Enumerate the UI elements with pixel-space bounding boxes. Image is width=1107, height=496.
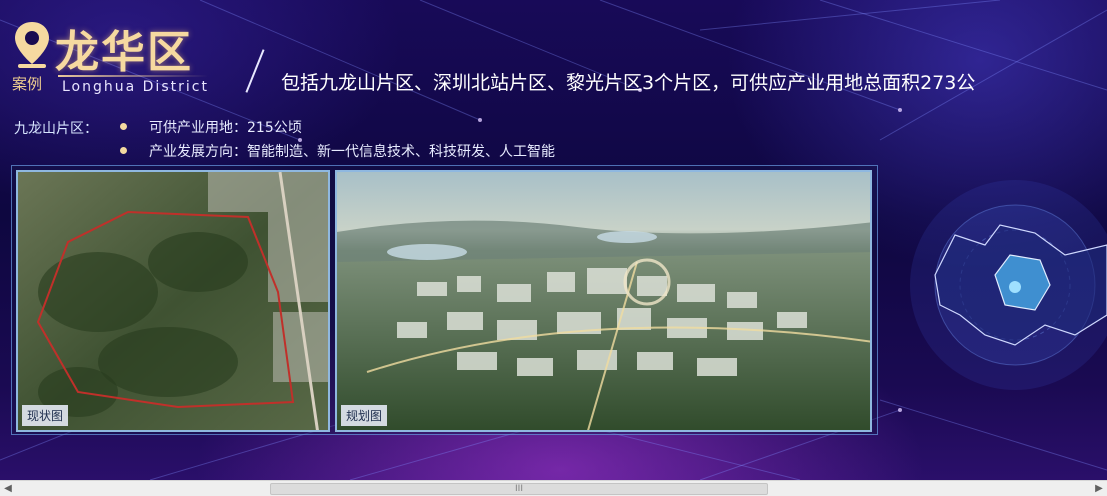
bullet-dot-icon [120,122,127,130]
planning-label: 规划图 [341,405,388,426]
horizontal-scrollbar[interactable]: ◀ III ▶ [0,480,1107,496]
scroll-right-button[interactable]: ▶ [1091,481,1107,496]
location-pin-icon [15,22,49,68]
case-label: 案例 [12,75,43,93]
bullet-supply-land: 可供产业用地：215公顷 [120,117,302,137]
page-subtitle-en: Longhua District [62,79,209,95]
current-status-image[interactable]: 现状图 [16,170,330,432]
page-title: 龙华区 [55,27,193,78]
district-map-icon [910,180,1107,390]
title-underline [58,75,208,77]
planning-image[interactable]: 规划图 [335,170,872,432]
image-panel: 现状图 规划图 [11,165,878,435]
scroll-thumb[interactable]: III [270,483,768,495]
headline-text: 包括九龙山片区、深圳北站片区、黎光片区3个片区，可供应产业用地总面积273公 [281,72,976,94]
area-label: 九龙山片区： [14,121,98,137]
bullet-industry-direction: 产业发展方向：智能制造、新一代信息技术、科技研发、人工智能 [120,141,555,161]
current-status-label: 现状图 [22,405,69,426]
scroll-left-button[interactable]: ◀ [0,481,16,496]
bullet-dot-icon [120,146,127,154]
